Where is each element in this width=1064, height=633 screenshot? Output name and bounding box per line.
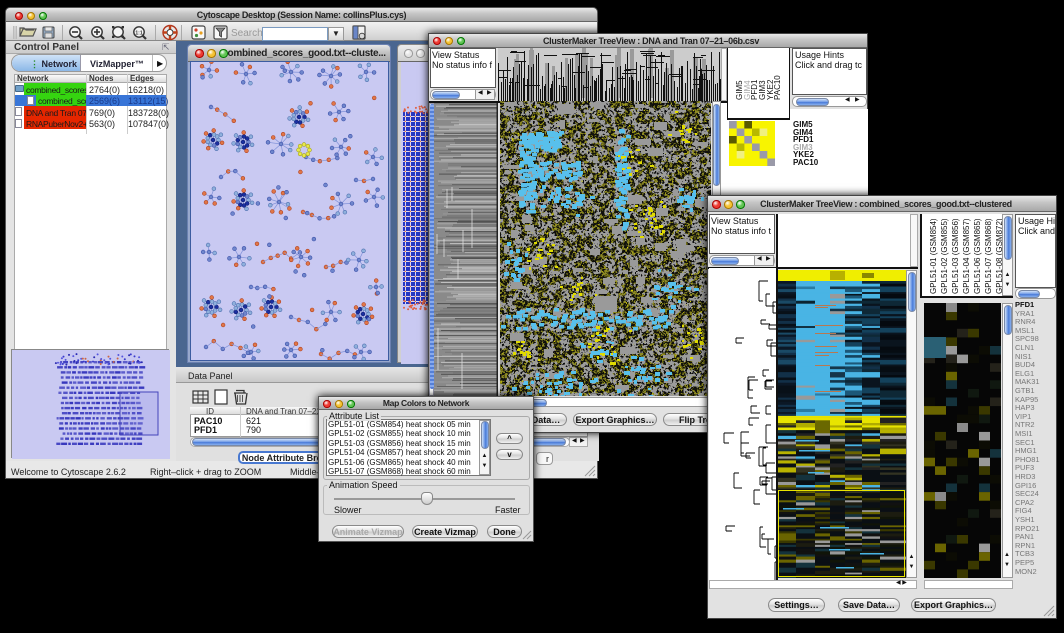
- svg-text:1:1: 1:1: [135, 31, 142, 37]
